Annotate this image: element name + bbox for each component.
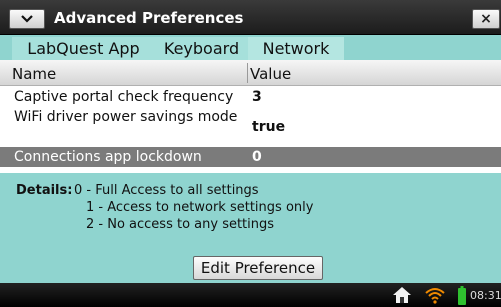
- row-name: WiFi driver power savings mode: [14, 109, 238, 125]
- row-value: 3: [252, 89, 262, 105]
- column-divider: [247, 63, 248, 83]
- column-header-value[interactable]: Value: [250, 65, 291, 83]
- details-line: 2 - No access to any settings: [86, 217, 275, 232]
- column-header-name[interactable]: Name: [12, 65, 56, 83]
- preferences-table: Name Value Captive portal check frequenc…: [0, 60, 501, 173]
- row-value: true: [252, 119, 286, 135]
- row-value: 0: [252, 149, 262, 165]
- home-icon[interactable]: [392, 286, 412, 304]
- table-row[interactable]: Captive portal check frequency 3: [0, 87, 501, 107]
- row-name: Captive portal check frequency: [14, 89, 234, 105]
- tab-labquest-app[interactable]: LabQuest App: [12, 37, 155, 60]
- window-menu-button[interactable]: [9, 9, 45, 29]
- close-button[interactable]: ×: [472, 9, 500, 29]
- tab-keyboard[interactable]: Keyboard: [155, 37, 248, 60]
- edit-preference-button[interactable]: Edit Preference: [193, 256, 323, 280]
- wifi-icon[interactable]: [424, 286, 446, 304]
- tab-bar: LabQuest App Keyboard Network: [0, 35, 501, 60]
- details-line: 0 - Full Access to all settings: [74, 183, 259, 198]
- close-icon: ×: [480, 11, 492, 27]
- chevron-down-icon: [21, 15, 33, 23]
- details-label: Details:: [16, 183, 73, 198]
- row-name: Connections app lockdown: [14, 149, 202, 165]
- details-line: 1 - Access to network settings only: [86, 200, 314, 215]
- clock: 08:31AM: [470, 289, 501, 302]
- table-row[interactable]: WiFi driver power savings mode true: [0, 107, 501, 147]
- status-bar: 08:31AM: [0, 283, 501, 307]
- title-bar: Advanced Preferences ×: [0, 0, 501, 35]
- table-row-selected[interactable]: Connections app lockdown 0: [0, 147, 501, 167]
- table-header: Name Value: [0, 60, 501, 86]
- tab-network[interactable]: Network: [248, 37, 344, 60]
- window-title: Advanced Preferences: [54, 9, 244, 27]
- battery-icon[interactable]: [458, 286, 466, 305]
